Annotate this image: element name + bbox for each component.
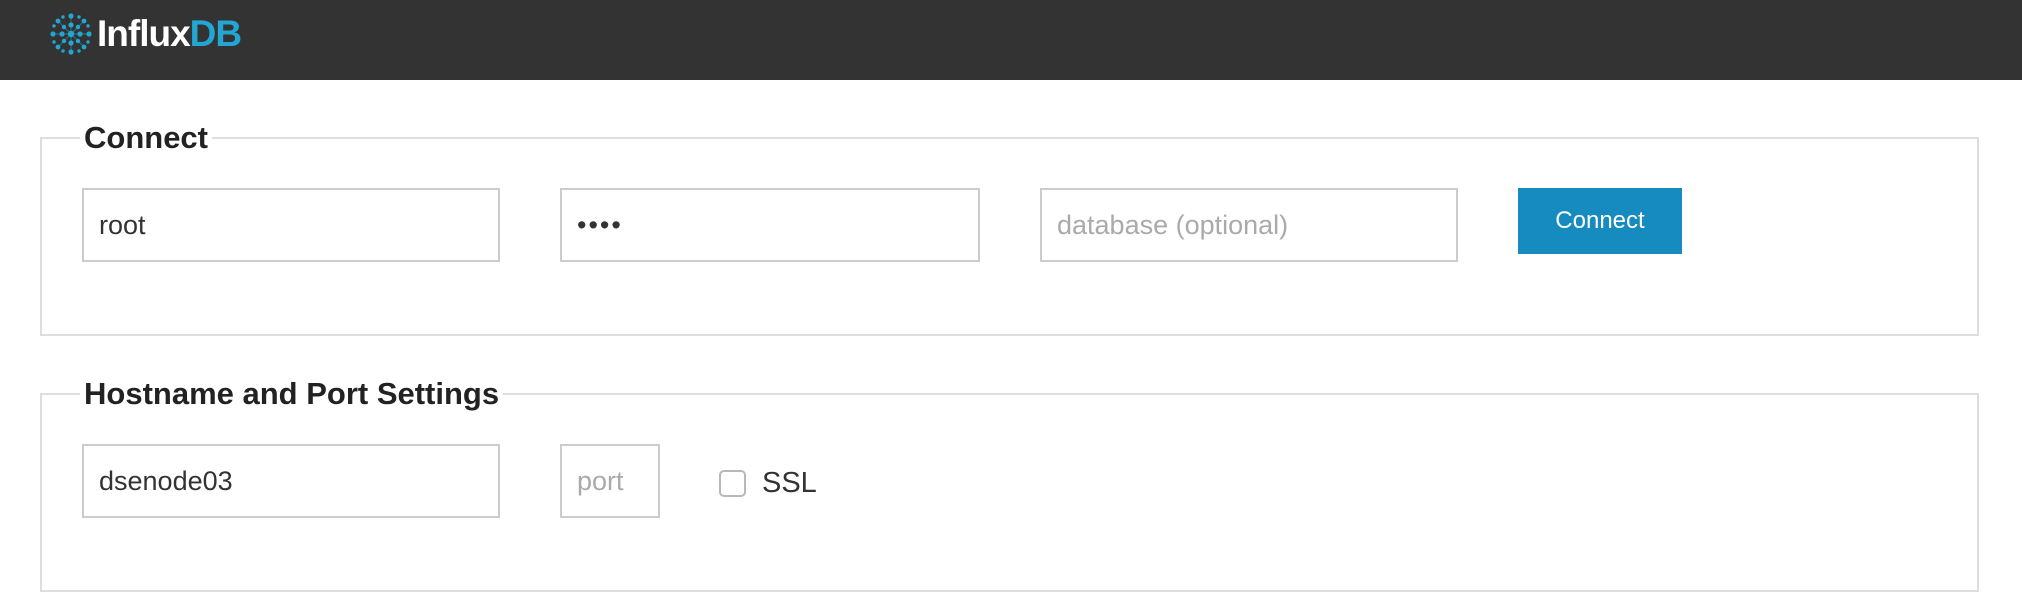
password-input[interactable] <box>560 188 980 262</box>
ssl-label: SSL <box>762 467 817 499</box>
connect-legend: Connect <box>84 120 208 155</box>
database-input[interactable] <box>1040 188 1458 262</box>
connect-button[interactable]: Connect <box>1518 188 1682 254</box>
influxdb-logo[interactable]: InfluxDB <box>49 10 242 58</box>
host-port-legend: Hostname and Port Settings <box>84 376 500 411</box>
logo-text-influx: Influx <box>97 13 191 54</box>
username-input[interactable] <box>82 188 500 262</box>
port-input[interactable] <box>560 444 660 518</box>
influxdb-logo-icon <box>50 13 92 55</box>
top-bar: InfluxDB <box>0 0 2022 80</box>
ssl-option[interactable]: SSL <box>719 467 817 500</box>
logo-text-db: DB <box>189 13 242 54</box>
hostname-input[interactable] <box>82 444 500 518</box>
ssl-checkbox[interactable] <box>719 470 746 497</box>
influxdb-logo-text: InfluxDB <box>97 13 242 55</box>
